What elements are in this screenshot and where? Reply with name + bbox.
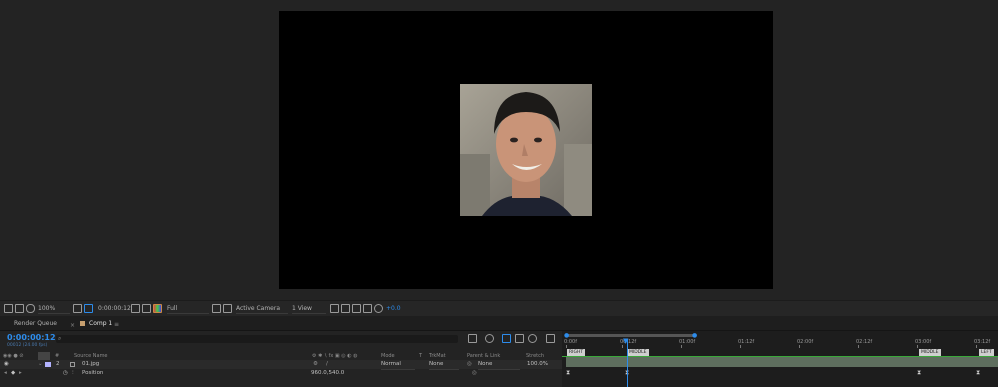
search-icon: ⌕ bbox=[58, 335, 62, 342]
label-color-swatch[interactable] bbox=[45, 362, 51, 367]
flowchart-icon[interactable] bbox=[363, 304, 372, 313]
ruler-tick-mark bbox=[917, 345, 918, 348]
menu-icon[interactable]: ≡ bbox=[114, 321, 119, 328]
frame-blending-icon[interactable] bbox=[515, 334, 524, 343]
shy-layers-icon[interactable] bbox=[502, 334, 511, 343]
motion-blur-icon[interactable] bbox=[528, 334, 537, 343]
tab-render-queue[interactable]: Render Queue bbox=[6, 318, 65, 330]
layer-search-input[interactable]: ⌕ bbox=[56, 335, 458, 343]
layer-index: 2 bbox=[56, 361, 60, 367]
ruler-tick-mark bbox=[622, 345, 623, 348]
binoculars-icon[interactable] bbox=[26, 304, 35, 313]
resolution-select[interactable]: Full bbox=[167, 304, 209, 314]
stretch-value[interactable]: 100.0% bbox=[527, 360, 548, 369]
work-area-start-handle[interactable]: ● bbox=[564, 332, 569, 339]
keyframe[interactable]: ⧗ bbox=[917, 370, 922, 376]
expression-icon[interactable]: ⁝ bbox=[72, 369, 74, 378]
pixel-aspect-icon[interactable] bbox=[330, 304, 339, 313]
ruler-tick-mark bbox=[681, 345, 682, 348]
property-row[interactable]: ◂ ◆ ▸ ◷ ⁝ Position 960.0,540.0 ◎ bbox=[0, 369, 562, 378]
keyframe[interactable]: ⧗ bbox=[566, 370, 571, 376]
next-keyframe-icon[interactable]: ▸ bbox=[19, 369, 22, 378]
work-area-bar[interactable] bbox=[567, 334, 696, 337]
vr-icon[interactable] bbox=[15, 304, 24, 313]
zoom-select[interactable]: 100% bbox=[38, 304, 70, 314]
layer-row[interactable]: ◉ ⌄ 2 01.jpg ⚙ ∕ Normal None ◎ None 100.… bbox=[0, 360, 562, 370]
composition-viewer bbox=[0, 0, 998, 300]
ruler-tick-mark bbox=[740, 345, 741, 348]
work-area-end-handle[interactable]: ● bbox=[692, 332, 697, 339]
ruler-tick-mark bbox=[799, 345, 800, 348]
property-name: Position bbox=[82, 370, 104, 376]
comp-marker[interactable]: MIDDLE bbox=[919, 349, 941, 356]
time-graph[interactable]: ● ● 0:00f 00:12f 01:00f 01:12f 02:00f 02:12f 0… bbox=[562, 331, 998, 387]
stopwatch-icon[interactable]: ◷ bbox=[63, 369, 68, 378]
eye-icon[interactable]: ◉ bbox=[4, 360, 9, 369]
ruler-tick-mark bbox=[858, 345, 859, 348]
viewer-timecode[interactable]: 0:00:00:12 bbox=[98, 304, 131, 314]
comp-marker[interactable]: MIDDLE bbox=[627, 349, 649, 356]
fps-info: 00012 (24.00 fps) bbox=[7, 343, 48, 348]
property-value[interactable]: 960.0,540.0 bbox=[311, 369, 344, 378]
show-snapshot-icon[interactable] bbox=[142, 304, 151, 313]
keyframe[interactable]: ⧗ bbox=[976, 370, 981, 376]
region-of-interest-icon[interactable] bbox=[212, 304, 221, 313]
timeline-tabs: Render Queue × Comp 1 ≡ bbox=[0, 316, 998, 331]
ruler-tick-mark bbox=[566, 345, 567, 348]
transparency-grid-icon[interactable] bbox=[223, 304, 232, 313]
quality-switch-icon[interactable]: ∕ bbox=[326, 360, 328, 369]
timeline-panel: 0:00:00:12 00012 (24.00 fps) ⌕ ◉◉ ● ⊘ # … bbox=[0, 331, 998, 387]
expand-chevron-icon[interactable]: ⌄ bbox=[38, 360, 43, 369]
layer-duration-bar[interactable] bbox=[566, 357, 998, 367]
playhead-handle[interactable]: ▼ bbox=[623, 337, 628, 345]
portrait-photo-icon bbox=[460, 84, 592, 216]
camera-select[interactable]: Active Camera bbox=[236, 304, 288, 314]
shy-switch-icon[interactable]: ⚙ bbox=[313, 360, 318, 369]
ruler-tick-mark bbox=[976, 345, 977, 348]
close-icon[interactable]: × bbox=[70, 322, 75, 329]
layer-name[interactable]: 01.jpg bbox=[82, 360, 99, 369]
mask-visibility-icon[interactable] bbox=[84, 304, 93, 313]
property-pickwhip-icon[interactable]: ◎ bbox=[472, 369, 477, 378]
playhead-line bbox=[627, 339, 628, 387]
layer-panel: 0:00:00:12 00012 (24.00 fps) ⌕ ◉◉ ● ⊘ # … bbox=[0, 331, 562, 387]
comp-mini-flowchart-icon[interactable] bbox=[468, 334, 477, 343]
always-preview-icon[interactable] bbox=[4, 304, 13, 313]
view-layout-select[interactable]: 1 View bbox=[292, 304, 326, 314]
viewer-toolbar: 100% 0:00:00:12 Full Active Camera 1 Vie… bbox=[0, 300, 998, 316]
layer-image-preview[interactable] bbox=[460, 84, 592, 216]
current-time[interactable]: 0:00:00:12 bbox=[7, 333, 56, 342]
add-keyframe-icon[interactable]: ◆ bbox=[11, 369, 15, 378]
exposure-reset-icon[interactable] bbox=[374, 304, 383, 313]
fast-previews-icon[interactable] bbox=[341, 304, 350, 313]
timeline-icon[interactable] bbox=[352, 304, 361, 313]
prev-keyframe-icon[interactable]: ◂ bbox=[4, 369, 7, 378]
grid-guides-icon[interactable] bbox=[73, 304, 82, 313]
color-channel-icon[interactable] bbox=[153, 304, 162, 313]
image-file-icon bbox=[70, 362, 75, 367]
exposure-value[interactable]: +0.0 bbox=[386, 304, 401, 314]
pickwhip-icon[interactable]: ◎ bbox=[467, 360, 472, 369]
comp-marker[interactable]: RIGHT bbox=[567, 349, 586, 356]
label-column-header bbox=[38, 352, 50, 360]
comp-marker[interactable]: LEFT bbox=[979, 349, 994, 356]
graph-editor-icon[interactable] bbox=[546, 334, 555, 343]
draft-3d-icon[interactable] bbox=[485, 334, 494, 343]
snapshot-icon[interactable] bbox=[131, 304, 140, 313]
